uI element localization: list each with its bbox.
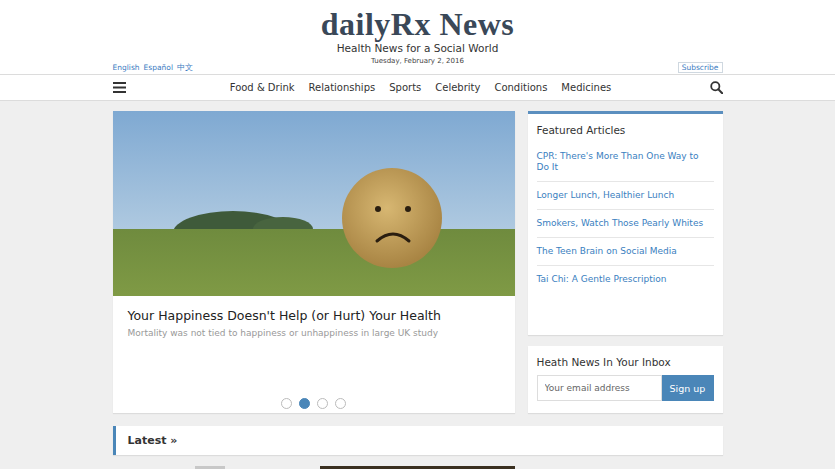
carousel-dot[interactable] xyxy=(317,398,328,409)
featured-link[interactable]: The Teen Brain on Social Media xyxy=(537,238,714,266)
nav-item[interactable]: Celebrity xyxy=(435,82,480,93)
language-link[interactable]: 中文 xyxy=(177,63,193,73)
nav-bar: Food & Drink Relationships Sports Celebrity… xyxy=(0,74,835,101)
carousel-dot[interactable] xyxy=(281,398,292,409)
main-content: Your Happiness Doesn't Help (or Hurt) Yo… xyxy=(113,101,723,469)
carousel: Your Happiness Doesn't Help (or Hurt) Yo… xyxy=(113,111,515,413)
nav-item[interactable]: Medicines xyxy=(561,82,611,93)
latest-thumbnails xyxy=(113,466,723,469)
article-title[interactable]: Your Happiness Doesn't Help (or Hurt) Yo… xyxy=(128,308,500,324)
date-row: English Español 中文 Tuesday, February 2, 201… xyxy=(113,55,723,74)
date: Tuesday, February 2, 2016 xyxy=(371,55,464,66)
carousel-dot[interactable] xyxy=(335,398,346,409)
language-link[interactable]: Español xyxy=(144,63,173,73)
language-link[interactable]: English xyxy=(113,63,140,73)
language-links: English Español 中文 xyxy=(113,63,372,74)
nav-item[interactable]: Food & Drink xyxy=(230,82,295,93)
featured-articles: Featured Articles CPR: There's More Than … xyxy=(528,111,723,335)
featured-link[interactable]: Tai Chi: A Gentle Prescription xyxy=(537,266,714,293)
sign-up-button[interactable]: Sign up xyxy=(662,375,714,401)
site-header: dailyRx NewsHealth News for a Social Wor… xyxy=(0,0,835,74)
carousel-dot[interactable] xyxy=(299,398,310,409)
carousel-dots xyxy=(113,398,515,413)
featured-link[interactable]: CPR: There's More Than One Way to Do It xyxy=(537,143,714,182)
newsletter-title: Heath News In Your Inbox xyxy=(537,355,714,369)
article-subtitle: Mortality was not tied to happiness or u… xyxy=(128,327,500,340)
nav-item[interactable]: Sports xyxy=(389,82,421,93)
thumbnail-image[interactable] xyxy=(195,466,225,469)
menu-icon[interactable] xyxy=(113,82,126,93)
logo[interactable]: dailyRx News xyxy=(113,0,723,41)
hero-image[interactable] xyxy=(113,111,515,296)
newsletter: Heath News In Your Inbox Sign up xyxy=(528,346,723,413)
featured-link[interactable]: Longer Lunch, Healthier Lunch xyxy=(537,182,714,210)
tagline: Health News for a Social World xyxy=(113,41,723,55)
email-input[interactable] xyxy=(537,375,662,401)
nav-item[interactable]: Conditions xyxy=(494,82,547,93)
thumbnail-image[interactable] xyxy=(320,466,515,469)
nav-item[interactable]: Relationships xyxy=(309,82,376,93)
featured-title: Featured Articles xyxy=(537,123,714,137)
featured-link[interactable]: Smokers, Watch Those Pearly Whites xyxy=(537,210,714,238)
subscribe-button[interactable]: Subscribe xyxy=(678,62,723,73)
page: dailyRx NewsHealth News for a Social Wor… xyxy=(0,0,835,469)
latest-bar[interactable]: Latest » xyxy=(113,426,723,455)
search-icon[interactable] xyxy=(710,81,723,94)
sidebar: Featured Articles CPR: There's More Than … xyxy=(528,111,723,413)
